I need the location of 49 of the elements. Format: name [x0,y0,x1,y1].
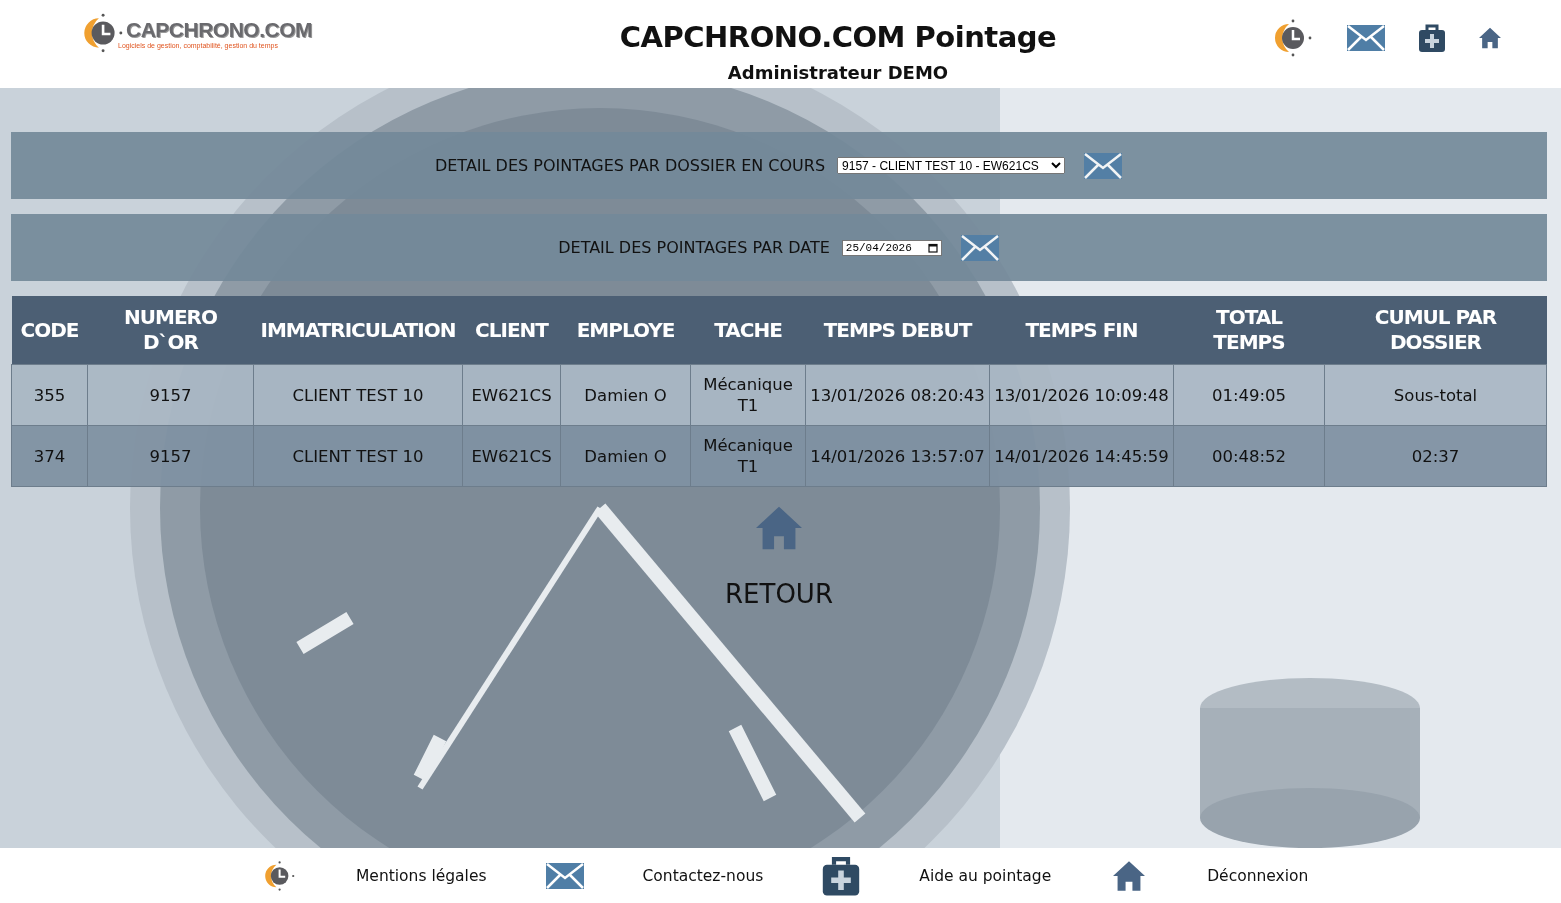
filter-label: DETAIL DES POINTAGES PAR DOSSIER EN COURS [434,156,826,175]
column-header: EMPLOYE [576,317,675,343]
user-subtitle: Administrateur DEMO [726,62,950,83]
table-cell: CLIENT TEST 10 [253,425,463,487]
table-cell: 13/01/2026 08:20:43 [805,364,990,426]
logo-wordmark: CAPCHRONO.COM [126,17,312,42]
table-cell: 00:48:52 [1173,425,1325,487]
table-cell: EW621CS [462,364,561,426]
table-cell: 01:49:05 [1173,364,1325,426]
mail-icon[interactable] [1346,24,1386,52]
table-cell: Mécanique T1 [690,364,806,426]
footer-link[interactable]: Mentions légales [356,866,487,885]
column-header: TEMPS DEBUT [823,317,972,343]
table-cell: 374 [11,425,88,487]
medical-kit-icon[interactable] [1418,23,1446,53]
filter-label: DETAIL DES POINTAGES PAR DATE [558,238,830,257]
column-header: TACHE [714,317,782,343]
column-header: IMMATRICULATION [260,317,456,343]
table-cell: 355 [11,364,88,426]
table-cell: Sous-total [1324,364,1547,426]
table-cell: 9157 [87,425,254,487]
table-cell: 13/01/2026 10:09:48 [989,364,1174,426]
table-cell: 9157 [87,364,254,426]
column-header: CODE [20,317,79,343]
mail-icon[interactable] [1083,151,1124,180]
column-header: TOTAL TEMPS [1212,305,1286,355]
medical-kit-icon[interactable] [821,854,862,897]
date-field[interactable]: 25/04/2026 [841,239,942,256]
table-cell: Damien O [560,425,691,487]
footer-link[interactable]: Aide au pointage [919,866,1052,885]
table-cell: EW621CS [462,425,561,487]
column-header: TEMPS FIN [1025,317,1138,343]
home-icon[interactable] [1478,27,1502,49]
footer-link[interactable]: Déconnexion [1207,866,1309,885]
table-cell: Damien O [560,364,691,426]
table-cell: CLIENT TEST 10 [253,364,463,426]
table-cell: 14/01/2026 13:57:07 [805,425,990,487]
column-header: CUMUL PAR DOSSIER [1373,305,1498,355]
column-header: NUMERO D`OR [123,305,218,355]
page-title: CAPCHRONO.COM Pointage [618,20,1058,54]
mail-icon[interactable] [959,233,1000,262]
folder-select[interactable]: 9157 - CLIENT TEST 10 - EW621CS [837,157,1066,174]
table-cell: 14/01/2026 14:45:59 [989,425,1174,487]
back-link[interactable]: RETOUR [725,579,833,609]
calendar-icon[interactable] [927,242,938,253]
column-header: CLIENT [475,317,548,343]
footer-link[interactable]: Contactez-nous [642,866,764,885]
table-cell: Mécanique T1 [690,425,806,487]
table-cell: 02:37 [1324,425,1547,487]
